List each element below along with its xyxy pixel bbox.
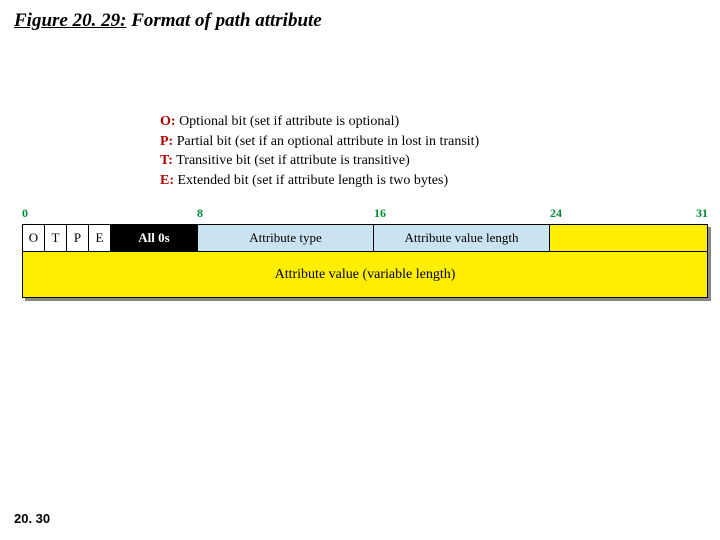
- flag-o-cell: O: [23, 225, 45, 251]
- all-zeros-cell: All 0s: [111, 225, 198, 251]
- bit-label: 31: [696, 206, 708, 221]
- bit-label: 24: [550, 206, 562, 221]
- legend-desc: Transitive bit (set if attribute is tran…: [176, 153, 410, 168]
- legend-desc: Optional bit (set if attribute is option…: [179, 114, 399, 129]
- flag-p-cell: P: [67, 225, 89, 251]
- legend-row: P: Partial bit (set if an optional attri…: [160, 132, 479, 152]
- bit-label: 8: [197, 206, 203, 221]
- value-row: Attribute value (variable length): [23, 251, 707, 297]
- spacer-cell: [550, 225, 707, 251]
- flag-legend: O: Optional bit (set if attribute is opt…: [160, 112, 479, 190]
- flag-e-cell: E: [89, 225, 111, 251]
- bit-label: 16: [374, 206, 386, 221]
- legend-row: E: Extended bit (set if attribute length…: [160, 171, 479, 191]
- packet-diagram: O T P E All 0s Attribute type Attribute …: [22, 224, 708, 298]
- legend-key: P:: [160, 134, 173, 149]
- bit-label: 0: [22, 206, 28, 221]
- figure-caption: Format of path attribute: [131, 10, 322, 31]
- legend-key: E:: [160, 173, 174, 188]
- legend-desc: Partial bit (set if an optional attribut…: [177, 134, 480, 149]
- legend-key: O:: [160, 114, 176, 129]
- attr-value-label: Attribute value (variable length): [275, 267, 456, 283]
- figure-ref: Figure 20. 29:: [14, 10, 126, 31]
- legend-row: T: Transitive bit (set if attribute is t…: [160, 151, 479, 171]
- legend-row: O: Optional bit (set if attribute is opt…: [160, 112, 479, 132]
- flag-t-cell: T: [45, 225, 67, 251]
- figure-title: Figure 20. 29: Format of path attribute: [14, 10, 322, 32]
- legend-key: T:: [160, 153, 173, 168]
- bit-scale: 0 8 16 24 31: [22, 206, 708, 224]
- legend-desc: Extended bit (set if attribute length is…: [178, 173, 449, 188]
- header-row: O T P E All 0s Attribute type Attribute …: [23, 225, 707, 251]
- attr-type-cell: Attribute type: [198, 225, 374, 251]
- page-number: 20. 30: [14, 511, 50, 526]
- attr-len-cell: Attribute value length: [374, 225, 550, 251]
